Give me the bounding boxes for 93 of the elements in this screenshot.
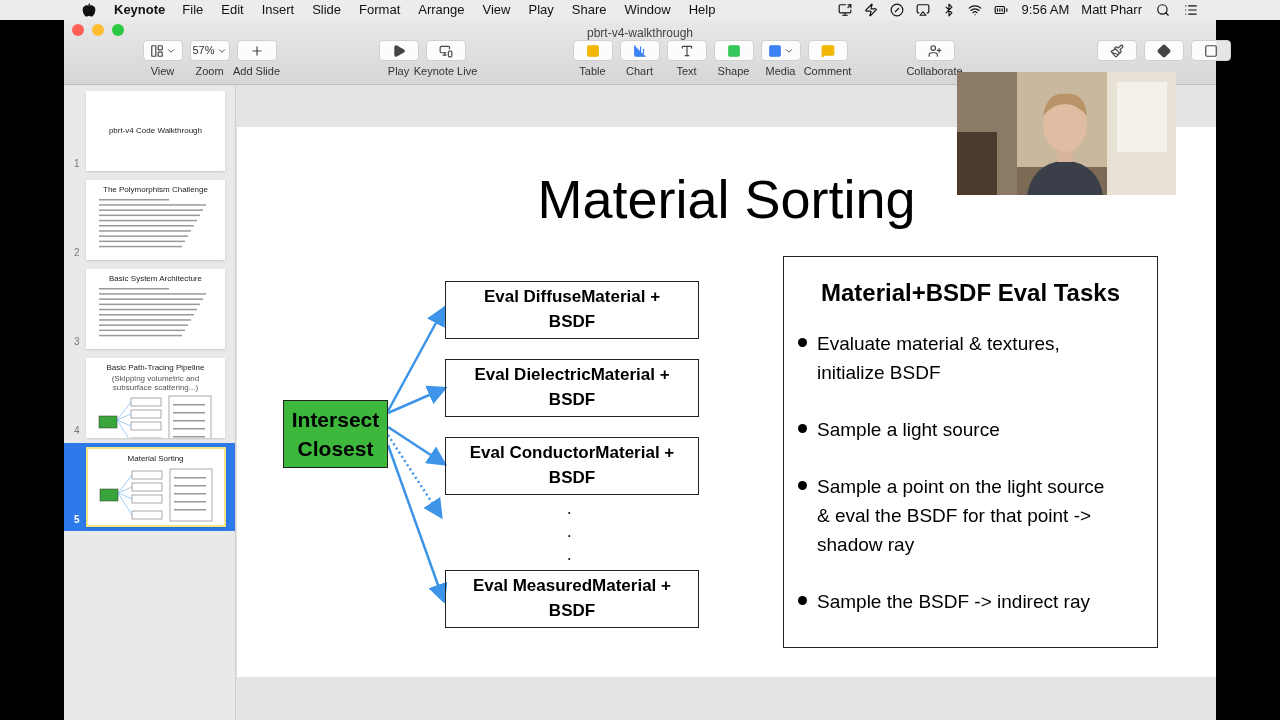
- chart-button[interactable]: [619, 40, 660, 61]
- airplay-icon[interactable]: [915, 3, 930, 17]
- square-icon: [726, 43, 741, 58]
- toolbar-label: Table: [579, 64, 606, 79]
- menu-item[interactable]: Format: [350, 0, 410, 20]
- diamond-icon: [1156, 43, 1171, 58]
- material-box: Eval ConductorMaterial + BSDF: [445, 437, 699, 495]
- menu-item[interactable]: View: [473, 0, 520, 20]
- plus-icon: [249, 43, 264, 58]
- toolbar-label: Chart: [626, 64, 653, 79]
- layout-icon: [149, 43, 164, 58]
- bullet-icon: [798, 338, 807, 347]
- add-person-icon: [927, 43, 942, 58]
- task-text: Evaluate material & textures, initialize BSDF: [817, 332, 1061, 385]
- format-button[interactable]: [1096, 40, 1137, 61]
- clock[interactable]: 9:56 AM: [1021, 0, 1070, 20]
- menu-item[interactable]: Help: [679, 0, 725, 20]
- slide-number: 5: [74, 513, 80, 527]
- task-text: Sample a light source: [817, 418, 1001, 442]
- toolbar-label: View: [150, 64, 175, 79]
- bolt-icon[interactable]: [863, 3, 878, 17]
- preview-title: Basic System Architecture: [109, 273, 202, 285]
- preview-title: Basic Path-Tracing Pipeline: [106, 362, 205, 374]
- preview-title: Material Sorting: [127, 453, 184, 465]
- slide-thumbnail[interactable]: 2 The Polymorphism Challenge: [64, 176, 235, 264]
- menu-item[interactable]: Edit: [212, 0, 253, 20]
- menu-app-name[interactable]: Keynote: [114, 0, 166, 20]
- toolbar-label: Add Slide: [232, 64, 281, 79]
- material-box: Eval MeasuredMaterial + BSDF: [445, 570, 699, 628]
- preview-subtitle: (Skipping volumetric and subsurface scattering...): [110, 374, 201, 392]
- document-icon: [1203, 43, 1218, 58]
- intersect-box: Intersect Closest: [283, 400, 388, 468]
- battery-icon[interactable]: [993, 3, 1008, 17]
- image-icon: [767, 43, 782, 58]
- menu-item[interactable]: File: [173, 0, 213, 20]
- text-button[interactable]: [666, 40, 707, 61]
- menu-item[interactable]: Play: [519, 0, 563, 20]
- apple-logo-icon[interactable]: [82, 3, 96, 17]
- toolbar-label: Comment: [803, 64, 852, 79]
- preview-title: pbrt-v4 Code Walkthrough: [108, 125, 202, 137]
- menu-item[interactable]: Share: [562, 0, 616, 20]
- slide-number: 3: [74, 335, 80, 349]
- slide-thumbnail[interactable]: 3 Basic System Architecture: [64, 265, 235, 353]
- animate-button[interactable]: [1143, 40, 1184, 61]
- window-title: pbrt-v4-walkthrough: [585, 25, 695, 42]
- toolbar-label: Shape: [717, 64, 750, 79]
- menu-item[interactable]: Slide: [303, 0, 351, 20]
- menu-item[interactable]: Arrange: [409, 0, 474, 20]
- list-icon[interactable]: [1184, 3, 1198, 17]
- zoom-button[interactable]: 57%: [189, 40, 230, 61]
- slide-number: 4: [74, 424, 80, 438]
- text-icon: [679, 43, 694, 58]
- play-icon: [391, 43, 406, 58]
- media-button[interactable]: [760, 40, 801, 61]
- toolbar-label: Zoom: [195, 64, 224, 79]
- collaborate-button[interactable]: [914, 40, 955, 61]
- bullet-icon: [798, 481, 807, 490]
- menu-item[interactable]: Insert: [252, 0, 304, 20]
- toolbar-label: Play: [387, 64, 410, 79]
- panel-title: Material+BSDF Eval Tasks: [820, 278, 1121, 308]
- live-button[interactable]: [425, 40, 466, 61]
- zoom-value: 57%: [192, 43, 215, 59]
- comment-icon: [820, 43, 835, 58]
- toolbar-label: Collaborate: [906, 64, 963, 79]
- slide-thumbnail[interactable]: 4 Basic Path-Tracing Pipeline (Skipping volumetric and subsurface scattering...): [64, 354, 235, 442]
- bullet-icon: [798, 596, 807, 605]
- screen-icon: [438, 43, 453, 58]
- search-icon[interactable]: [1156, 3, 1170, 17]
- document-button[interactable]: [1190, 40, 1231, 61]
- task-text: Sample the BSDF -> indirect ray: [817, 590, 1091, 614]
- slide-number: 2: [74, 246, 80, 260]
- view-button[interactable]: [142, 40, 183, 61]
- menu-item[interactable]: Window: [615, 0, 680, 20]
- task-text: Sample a point on the light source & eval the BSDF for that point -> shadow ray: [817, 475, 1106, 557]
- user-name[interactable]: Matt Pharr: [1081, 0, 1142, 20]
- circle-icon[interactable]: [889, 3, 904, 17]
- play-button[interactable]: [378, 40, 419, 61]
- bullet-icon: [798, 424, 807, 433]
- slide-thumbnail[interactable]: 5 Material Sorting: [64, 443, 235, 531]
- slide-number: 1: [74, 157, 80, 171]
- add-button[interactable]: [236, 40, 277, 61]
- toolbar-label: Text: [676, 64, 697, 79]
- material-box: Eval DiffuseMaterial + BSDF: [445, 281, 699, 339]
- material-box: Eval DielectricMaterial + BSDF: [445, 359, 699, 417]
- preview-title: The Polymorphism Challenge: [103, 184, 208, 196]
- screen-icon[interactable]: [837, 3, 852, 17]
- toolbar-label: Media: [765, 64, 796, 79]
- brush-icon: [1109, 43, 1124, 58]
- toolbar-label: Keynote Live: [413, 64, 478, 79]
- wifi-icon[interactable]: [967, 3, 982, 17]
- bar-chart-icon: [632, 43, 647, 58]
- slide-thumbnail[interactable]: 1 pbrt-v4 Code Walkthrough: [64, 87, 235, 175]
- table-icon: [585, 43, 600, 58]
